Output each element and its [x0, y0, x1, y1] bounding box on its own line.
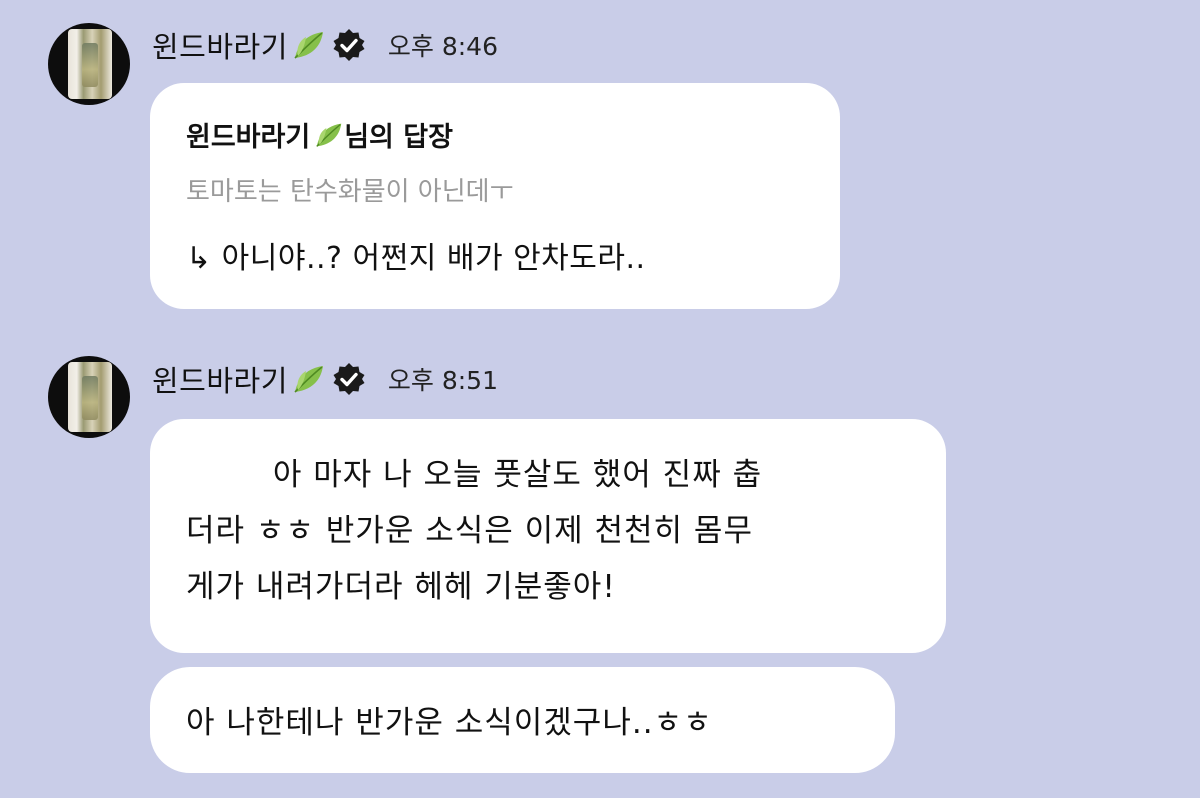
message-time: 오후 8:51 [387, 366, 498, 395]
message-text: 아 마자 나 오늘 풋살도 했어 진짜 춥 더라 ㅎㅎ 반가운 소식은 이제 천… [186, 457, 763, 605]
message-bubble[interactable]: 아 마자 나 오늘 풋살도 했어 진짜 춥 더라 ㅎㅎ 반가운 소식은 이제 천… [150, 419, 946, 653]
reply-target-name: 윈드바라기 [186, 122, 311, 153]
verified-badge-icon [332, 362, 366, 396]
reply-message-text: ↳ 아니야..? 어쩐지 배가 안차도라.. [186, 241, 646, 276]
sender-name[interactable]: 윈드바라기 [152, 358, 288, 400]
sender-name[interactable]: 윈드바라기 [152, 24, 288, 66]
reply-header: 윈드바라기 님의 답장 [186, 115, 453, 154]
message-header: 윈드바라기 오후 8:46 [152, 25, 498, 65]
avatar[interactable] [48, 356, 130, 438]
leaf-emoji-icon [292, 363, 326, 395]
reply-bubble[interactable]: 윈드바라기 님의 답장 토마토는 탄수화물이 아닌데ㅜ ↳ 아니야..? 어쩐지… [150, 83, 840, 309]
verified-badge-icon [332, 28, 366, 62]
reply-title-suffix: 님의 답장 [344, 122, 453, 153]
quoted-message[interactable]: 토마토는 탄수화물이 아닌데ㅜ [186, 171, 514, 208]
avatar[interactable] [48, 23, 130, 105]
leaf-emoji-icon [292, 29, 326, 61]
message-bubble[interactable]: 아 나한테나 반가운 소식이겠구나..ㅎㅎ [150, 667, 895, 773]
message-time: 오후 8:46 [387, 32, 498, 61]
message-header: 윈드바라기 오후 8:51 [152, 359, 498, 399]
leaf-emoji-icon [314, 121, 344, 149]
message-text: 아 나한테나 반가운 소식이겠구나..ㅎㅎ [186, 705, 713, 741]
